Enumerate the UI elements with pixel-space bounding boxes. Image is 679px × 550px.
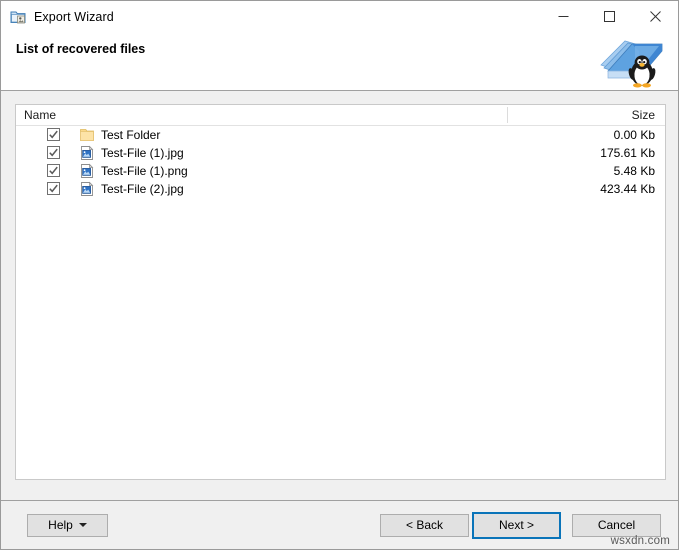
maximize-icon [604,11,615,22]
title-bar: Export Wizard [1,1,678,32]
image-file-icon [79,145,95,161]
blue-folders-penguin-logo-icon [595,31,669,89]
help-button[interactable]: Help [27,514,108,537]
image-file-icon [79,181,95,197]
file-name: Test-File (1).png [101,164,188,178]
close-icon [650,11,661,22]
chevron-down-icon [79,523,87,527]
row-checkbox[interactable] [47,182,60,195]
window-controls [540,1,678,32]
column-header-name[interactable]: Name [24,108,56,122]
row-checkbox[interactable] [47,146,60,159]
row-checkbox[interactable] [47,128,60,141]
wizard-body: Name Size [1,91,678,500]
back-button[interactable]: < Back [380,514,469,537]
close-button[interactable] [632,1,678,32]
file-size: 423.44 Kb [600,182,655,196]
recovered-files-list[interactable]: Name Size [15,104,666,480]
cancel-button[interactable]: Cancel [572,514,661,537]
table-row[interactable]: Test Folder 0.00 Kb [16,126,665,144]
minimize-icon [558,11,569,22]
file-name: Test-File (1).jpg [101,146,184,160]
file-name: Test Folder [101,128,160,142]
wizard-footer: Help < Back Next > Cancel wsxdn.com [1,501,678,549]
export-wizard-window: Export Wizard List of recovered fil [0,0,679,550]
table-row[interactable]: Test-File (1).jpg 175.61 Kb [16,144,665,162]
file-name: Test-File (2).jpg [101,182,184,196]
column-header-size[interactable]: Size [632,108,655,122]
file-size: 0.00 Kb [614,128,655,142]
next-button[interactable]: Next > [472,512,561,539]
file-size: 5.48 Kb [614,164,655,178]
help-button-label: Help [48,518,73,532]
page-title: List of recovered files [16,42,145,56]
minimize-button[interactable] [540,1,586,32]
table-row[interactable]: Test-File (2).jpg 423.44 Kb [16,180,665,198]
column-divider[interactable] [507,107,508,123]
table-row[interactable]: Test-File (1).png 5.48 Kb [16,162,665,180]
export-wizard-icon [10,9,26,25]
wizard-header: List of recovered files [1,32,678,91]
window-title: Export Wizard [34,10,114,24]
folder-icon [79,127,95,143]
file-size: 175.61 Kb [600,146,655,160]
image-file-icon [79,163,95,179]
maximize-button[interactable] [586,1,632,32]
list-column-header: Name Size [16,105,665,126]
row-checkbox[interactable] [47,164,60,177]
list-rows: Test Folder 0.00 Kb [16,126,665,198]
